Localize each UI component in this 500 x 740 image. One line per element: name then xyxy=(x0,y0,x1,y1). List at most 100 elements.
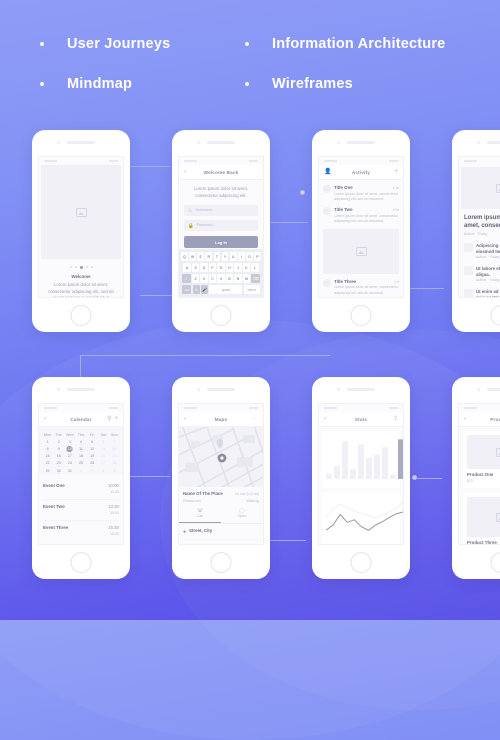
tab-call[interactable]: ☏ Call xyxy=(179,508,221,523)
home-button[interactable] xyxy=(71,305,92,326)
activity-item-4[interactable]: Title Four 2 d Lorem ipsum dolor sit ame… xyxy=(319,296,403,298)
activity-attached-image[interactable] xyxy=(323,229,399,274)
calendar-day[interactable]: 16 xyxy=(53,453,64,460)
calendar-grid[interactable]: MonTueWedThuFriSatSun1234567891011121314… xyxy=(39,427,123,474)
calendar-day[interactable]: 20 xyxy=(98,453,109,460)
calendar-day[interactable]: 29 xyxy=(42,467,53,474)
calendar-day[interactable]: 10 xyxy=(64,445,75,452)
map-canvas[interactable] xyxy=(179,427,263,487)
key[interactable]: Q xyxy=(181,252,188,261)
back-chevron-icon[interactable]: ‹ xyxy=(184,416,186,422)
calendar-day[interactable]: 22 xyxy=(42,460,53,467)
calendar-day[interactable]: 31 xyxy=(64,467,75,474)
key[interactable]: E xyxy=(197,252,204,261)
calendar-day[interactable]: 25 xyxy=(75,460,86,467)
key[interactable]: L xyxy=(251,263,258,272)
home-button[interactable] xyxy=(211,305,232,326)
key[interactable]: O xyxy=(246,252,253,261)
calendar-day[interactable]: 26 xyxy=(87,460,98,467)
more-icon[interactable]: ⋯ xyxy=(253,417,258,422)
calendar-day[interactable]: 3 xyxy=(98,467,109,474)
calendar-day[interactable]: 11 xyxy=(75,445,86,452)
emoji-icon[interactable]: ☺ xyxy=(193,285,200,294)
article-item[interactable]: Ut labore et dolore magna aliqua. Author… xyxy=(459,261,500,284)
key[interactable]: G xyxy=(217,263,224,272)
key[interactable]: M xyxy=(243,274,250,283)
key[interactable]: B xyxy=(226,274,233,283)
calendar-day[interactable]: 21 xyxy=(109,453,120,460)
calendar-day[interactable]: 19 xyxy=(87,453,98,460)
calendar-day[interactable]: 27 xyxy=(98,460,109,467)
calendar-day[interactable]: 18 xyxy=(75,453,86,460)
search-icon[interactable]: ⚲ xyxy=(107,416,111,422)
event-row[interactable]: Event One 10:00 11:30 xyxy=(43,479,119,500)
back-chevron-icon[interactable]: ‹ xyxy=(464,416,466,422)
calendar-day[interactable]: 15 xyxy=(42,453,53,460)
calendar-day[interactable]: 1 xyxy=(75,467,86,474)
key[interactable]: U xyxy=(230,252,237,261)
calendar-day[interactable]: 3 xyxy=(64,438,75,445)
password-input[interactable]: 🔒 Password... xyxy=(184,220,258,231)
calendar-day[interactable]: 6 xyxy=(98,438,109,445)
add-icon[interactable]: + xyxy=(394,169,398,175)
key[interactable]: Y xyxy=(222,252,229,261)
activity-item-2[interactable]: Title Two 3 hr Lorem ipsum dolor sit ame… xyxy=(319,202,403,224)
calendar-day[interactable]: 23 xyxy=(53,460,64,467)
article-item[interactable]: Ut enim ad minim veniam, quis nostrud. A… xyxy=(459,284,500,298)
key[interactable]: A xyxy=(183,263,190,272)
profile-icon[interactable]: 👤 xyxy=(324,169,331,175)
product-card-2[interactable]: Product Three $54 xyxy=(463,493,500,545)
calendar-day[interactable]: 9 xyxy=(53,445,64,452)
microphone-icon[interactable]: 🎤 xyxy=(201,285,208,294)
key[interactable]: I xyxy=(238,252,245,261)
event-row[interactable]: Event Two 13:30 15:00 xyxy=(43,500,119,521)
back-chevron-icon[interactable]: ‹ xyxy=(184,169,186,175)
activity-item-1[interactable]: Title One 1 hr Lorem ipsum dolor sit ame… xyxy=(319,180,403,202)
calendar-day[interactable]: 28 xyxy=(109,460,120,467)
chart-card-bar[interactable] xyxy=(322,431,400,488)
key[interactable]: Z xyxy=(192,274,199,283)
calendar-day[interactable]: 12 xyxy=(87,445,98,452)
calendar-day[interactable]: 5 xyxy=(87,438,98,445)
share-icon[interactable]: ⇪ xyxy=(393,416,398,422)
key[interactable]: P xyxy=(254,252,261,261)
calendar-day[interactable]: 7 xyxy=(109,438,120,445)
calendar-day[interactable]: 2 xyxy=(53,438,64,445)
product-card-1[interactable]: Product One $72 xyxy=(463,431,500,488)
detail-row-hours[interactable]: ○ Open Closes 14:30 · Reopens 19:00 xyxy=(183,540,259,545)
home-button[interactable] xyxy=(351,305,372,326)
calendar-day[interactable]: 17 xyxy=(64,453,75,460)
add-icon[interactable]: + xyxy=(114,416,118,422)
space-key[interactable]: space xyxy=(209,285,242,294)
key[interactable]: S xyxy=(192,263,199,272)
backspace-icon[interactable]: ⌫ xyxy=(251,274,260,283)
calendar-day[interactable]: 8 xyxy=(42,445,53,452)
back-chevron-icon[interactable]: ‹ xyxy=(324,416,326,422)
calendar-day[interactable]: 2 xyxy=(87,467,98,474)
shift-icon[interactable]: ⇧ xyxy=(182,274,191,283)
key[interactable]: N xyxy=(234,274,241,283)
home-button[interactable] xyxy=(351,552,372,573)
maps-tabs[interactable]: ☏ Call ◯ Open xyxy=(179,508,263,524)
key[interactable]: F xyxy=(209,263,216,272)
key[interactable]: C xyxy=(209,274,216,283)
key[interactable]: X xyxy=(200,274,207,283)
activity-item-3[interactable]: Title Three 1 d Lorem ipsum dolor sit am… xyxy=(319,274,403,296)
key[interactable]: D xyxy=(200,263,207,272)
back-chevron-icon[interactable]: ‹ xyxy=(44,416,46,422)
article-item[interactable]: Adipiscing elit, sed do eiusmod tempor. … xyxy=(459,238,500,261)
calendar-day[interactable]: 13 xyxy=(98,445,109,452)
key[interactable]: K xyxy=(243,263,250,272)
key[interactable]: T xyxy=(214,252,221,261)
return-key[interactable]: return xyxy=(244,285,260,294)
key[interactable]: W xyxy=(189,252,196,261)
key[interactable]: R xyxy=(205,252,212,261)
calendar-day[interactable]: 14 xyxy=(109,445,120,452)
tab-open[interactable]: ◯ Open xyxy=(221,508,263,523)
home-button[interactable] xyxy=(491,305,500,326)
detail-row-address[interactable]: ● Street, City xyxy=(183,524,259,540)
calendar-day[interactable]: 1 xyxy=(42,438,53,445)
calendar-day[interactable]: 30 xyxy=(53,467,64,474)
home-button[interactable] xyxy=(491,552,500,573)
home-button[interactable] xyxy=(211,552,232,573)
